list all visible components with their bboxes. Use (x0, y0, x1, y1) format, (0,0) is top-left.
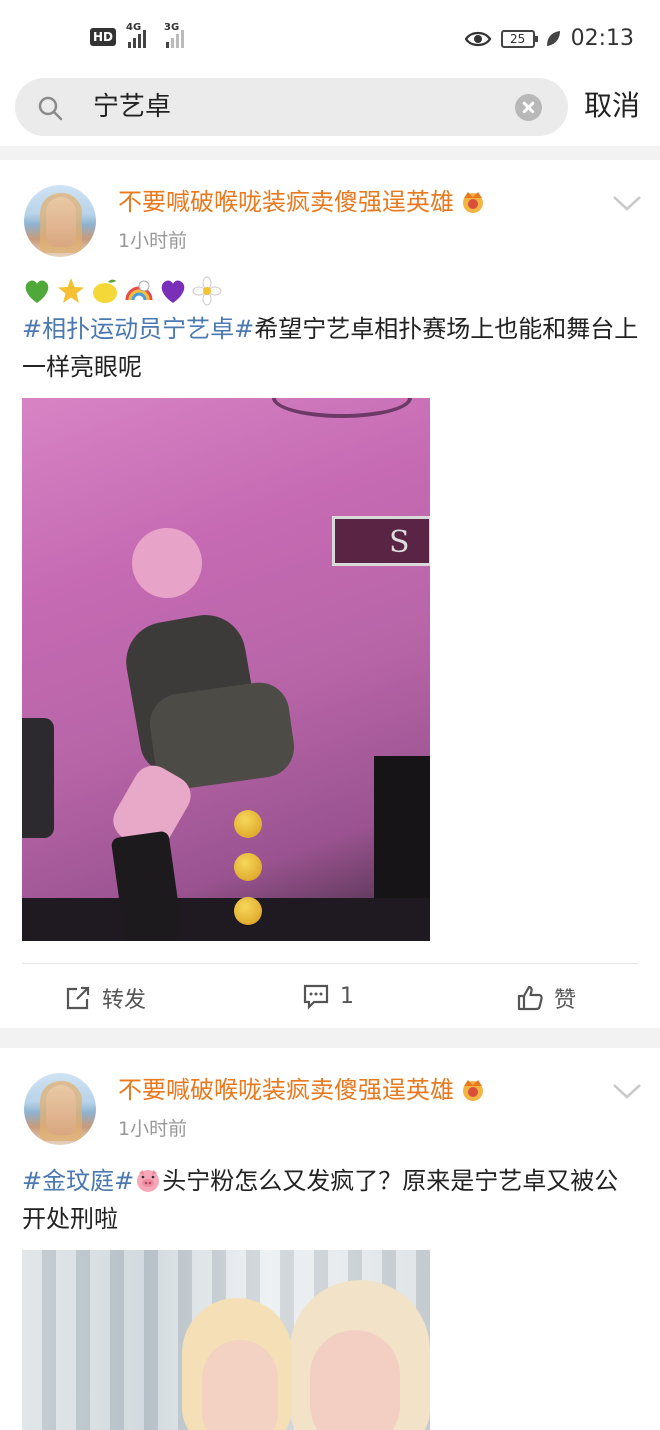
lemon-icon (93, 279, 117, 303)
hashtag-link[interactable]: #金玟庭# (22, 1167, 134, 1195)
action-bar: 转发 1 赞 (0, 972, 660, 1028)
unicorn-rainbow-icon (125, 280, 153, 301)
cancel-button[interactable]: 取消 (584, 88, 640, 124)
like-button[interactable]: 赞 (516, 982, 576, 1014)
search-icon (38, 96, 63, 121)
repost-label: 转发 (102, 988, 147, 1013)
post-text[interactable]: #相扑运动员宁艺卓#希望宁艺卓相扑赛场上也能和舞台上一样亮眼呢 (22, 310, 642, 386)
signal-3g-icon: 3G (164, 22, 185, 48)
post-image[interactable]: S (22, 398, 430, 941)
clear-search-icon[interactable] (515, 94, 542, 121)
mango-sticker (234, 853, 262, 881)
post-card[interactable]: 不要喊破喉咙装疯卖傻强逞英雄 1小时前 #相扑运动员宁艺卓#希望宁艺卓相扑赛场上… (0, 160, 660, 1028)
timestamp: 1小时前 (118, 230, 188, 252)
username-text[interactable]: 不要喊破喉咙装疯卖傻强逞英雄 (118, 1076, 454, 1104)
signal-4g-icon: 4G (126, 22, 147, 48)
mango-sticker (234, 897, 262, 925)
status-bar: HD 4G 3G 25 02:13 (0, 0, 660, 80)
crown-icon (463, 192, 483, 213)
search-box[interactable]: 宁艺卓 (15, 78, 568, 136)
signal-3g-label: 3G (164, 22, 180, 33)
battery-icon: 25 (500, 29, 538, 48)
post-card[interactable]: 不要喊破喉咙装疯卖傻强逞英雄 1小时前 #金玟庭# 头宁粉怎么又发疯了？原来是宁艺… (0, 1048, 660, 1430)
leaf-icon (546, 30, 560, 46)
divider (22, 963, 638, 964)
repost-button[interactable]: 转发 (64, 982, 146, 1014)
avatar[interactable] (24, 1073, 96, 1145)
signal-4g-label: 4G (126, 22, 142, 33)
post-image[interactable] (22, 1250, 430, 1430)
search-bar-row: 宁艺卓 取消 (0, 76, 660, 146)
avatar[interactable] (24, 185, 96, 257)
post-text[interactable]: #金玟庭# 头宁粉怎么又发疯了？原来是宁艺卓又被公开处刑啦 (22, 1162, 642, 1238)
star-icon (58, 278, 84, 303)
share-icon (66, 986, 90, 1010)
like-label: 赞 (554, 988, 577, 1013)
status-right: 25 02:13 (464, 26, 634, 51)
mango-sticker (234, 810, 262, 838)
clock: 02:13 (570, 26, 634, 51)
comment-icon (303, 984, 329, 1010)
comment-button[interactable]: 1 (302, 982, 354, 1010)
username-text[interactable]: 不要喊破喉咙装疯卖傻强逞英雄 (118, 188, 454, 216)
eye-icon (464, 31, 491, 46)
comment-count: 1 (340, 983, 354, 1009)
purple-heart-icon (161, 280, 185, 303)
thumbs-up-icon (517, 985, 543, 1011)
username[interactable]: 不要喊破喉咙装疯卖傻强逞英雄 (118, 1074, 486, 1106)
white-flower-icon (192, 276, 222, 306)
chevron-down-icon[interactable] (612, 1082, 642, 1100)
green-heart-icon (25, 280, 49, 303)
chevron-down-icon[interactable] (612, 194, 642, 212)
image-sign-text: S (389, 525, 410, 560)
username[interactable]: 不要喊破喉咙装疯卖傻强逞英雄 (118, 186, 486, 218)
emoji-row (22, 274, 222, 308)
hd-badge: HD (90, 28, 117, 46)
pig-icon (137, 1170, 160, 1192)
timestamp: 1小时前 (118, 1118, 188, 1140)
crown-icon (463, 1080, 483, 1101)
hashtag-link[interactable]: #相扑运动员宁艺卓# (22, 315, 254, 343)
status-left: HD 4G 3G (90, 22, 185, 48)
search-input[interactable]: 宁艺卓 (93, 90, 171, 124)
